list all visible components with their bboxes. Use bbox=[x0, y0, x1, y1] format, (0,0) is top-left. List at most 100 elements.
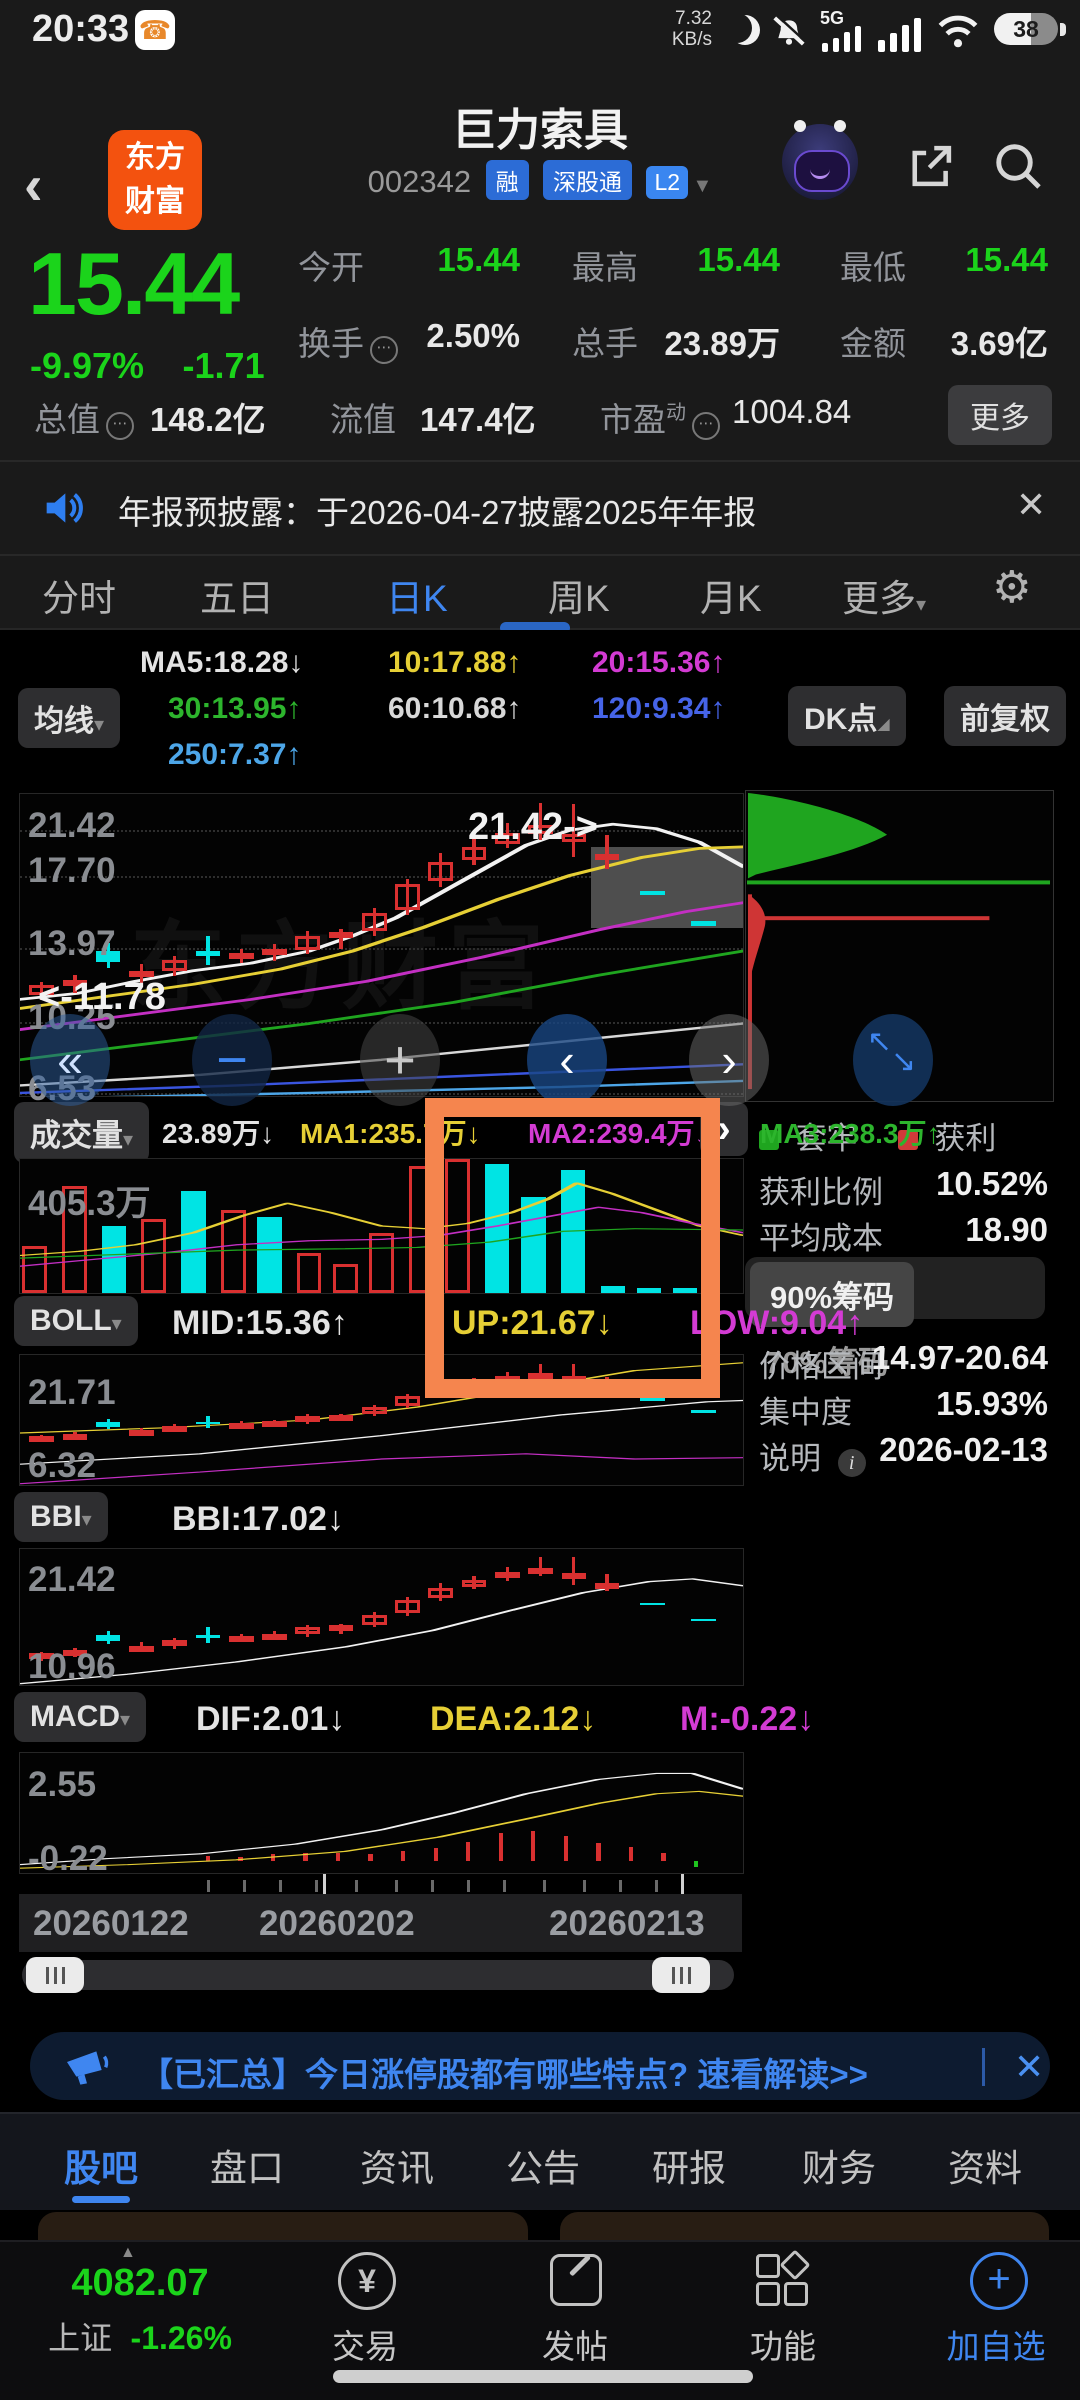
volume-scale-label: 405.3万 bbox=[28, 1184, 151, 1224]
ma-header: MA5:18.28↓ 10:17.88↑ 20:15.36↑ 均线▾ 30:13… bbox=[0, 630, 1080, 792]
more-button[interactable]: 更多 bbox=[948, 385, 1052, 445]
macd-indicator-button[interactable]: MACD▾ bbox=[14, 1692, 147, 1742]
dnd-moon-icon bbox=[722, 13, 752, 43]
date-label-2: 20260202 bbox=[259, 1904, 415, 1943]
stock-code: 002342 bbox=[367, 164, 472, 199]
bbi-y-top: 21.42 bbox=[28, 1559, 116, 1599]
bbi-y-bottom: 10.96 bbox=[28, 1646, 116, 1686]
pe-label: 市盈动 ⋯ bbox=[600, 393, 720, 441]
eastmoney-logo[interactable]: 东方 财富 bbox=[108, 130, 202, 230]
ma60-value: 60:10.68↑ bbox=[388, 692, 522, 725]
index-quote-block[interactable]: 4082.07 上证 -1.26% bbox=[40, 2262, 240, 2359]
search-icon[interactable] bbox=[990, 138, 1046, 194]
tab-guba[interactable]: 股吧 bbox=[64, 2138, 138, 2192]
range-scrollbar-left-handle[interactable] bbox=[26, 1957, 84, 1993]
nav-functions[interactable]: 功能 bbox=[728, 2249, 838, 2368]
announcement-text[interactable]: 年报预披露：于2026-04-27披露2025年年报 bbox=[118, 486, 756, 534]
amount-value: 3.69亿 bbox=[950, 325, 1048, 362]
macd-y-top: 2.55 bbox=[28, 1765, 97, 1804]
volume-indicator-button[interactable]: 成交量▾ bbox=[14, 1102, 150, 1163]
date-axis: 20260122 20260202 20260213 bbox=[19, 1894, 742, 1952]
tab-caiwu[interactable]: 财务 bbox=[802, 2138, 876, 2192]
ma-selector-button[interactable]: 均线▾ bbox=[18, 688, 121, 748]
l2-badge[interactable]: L2 bbox=[646, 166, 689, 199]
clock: 20:33 bbox=[32, 8, 130, 50]
call-app-icon: ☎ bbox=[135, 10, 175, 50]
post-pencil-icon bbox=[550, 2254, 602, 2306]
macd-header: MACD▾ DIF:2.01↓ DEA:2.12↓ M:-0.22↓ bbox=[0, 1688, 1080, 1750]
tab-zixun[interactable]: 资讯 bbox=[360, 2138, 434, 2192]
tab-more[interactable]: 更多▾ bbox=[842, 568, 926, 622]
index-expand-triangle[interactable]: ▲ bbox=[120, 2244, 136, 2262]
connect-badge[interactable]: 深股通 bbox=[543, 160, 633, 200]
pan-right-button[interactable]: › bbox=[689, 1014, 769, 1106]
tab-weekly-k[interactable]: 周K bbox=[548, 568, 610, 622]
concentration-value: 15.93% bbox=[936, 1385, 1048, 1422]
boll-indicator-button[interactable]: BOLL▾ bbox=[14, 1296, 138, 1346]
pan-left-button[interactable]: ‹ bbox=[527, 1014, 607, 1106]
macd-m: M:-0.22↓ bbox=[680, 1700, 815, 1738]
zoom-in-button[interactable]: + bbox=[360, 1014, 440, 1106]
chart-settings-gear-icon[interactable]: ⚙ bbox=[992, 562, 1031, 613]
speaker-icon bbox=[46, 493, 83, 523]
tab-ziliao[interactable]: 资料 bbox=[948, 2138, 1022, 2192]
macd-chart[interactable]: 2.55 -0.22 bbox=[19, 1752, 744, 1878]
pe-info-icon[interactable]: ⋯ bbox=[692, 412, 720, 440]
expand-chart-button[interactable]: ↖ ↘ bbox=[853, 1014, 933, 1106]
mktcap-info-icon[interactable]: ⋯ bbox=[106, 412, 134, 440]
news-ticker-bar[interactable]: 【已汇总】今日涨停股都有哪些特点? 速看解读>> ✕ bbox=[30, 2032, 1050, 2100]
bbi-indicator-button[interactable]: BBI▾ bbox=[14, 1492, 108, 1542]
back-button[interactable]: ‹ bbox=[24, 152, 43, 217]
fuquan-button[interactable]: 前复权 bbox=[944, 686, 1066, 746]
range-scrollbar-right-handle[interactable] bbox=[652, 1957, 710, 1993]
low-value: 15.44 bbox=[965, 241, 1048, 278]
tab-monthly-k[interactable]: 月K bbox=[700, 568, 762, 622]
ai-assistant-avatar[interactable] bbox=[782, 120, 858, 200]
range-scrollbar-track[interactable] bbox=[22, 1960, 734, 1990]
volume-ma3: MA3:238.3万↑ bbox=[760, 1118, 941, 1149]
bbi-chart[interactable]: 21.42 10.96 bbox=[19, 1548, 744, 1686]
tab-pankou[interactable]: 盘口 bbox=[210, 2138, 284, 2192]
trade-yen-icon: ¥ bbox=[338, 2252, 396, 2310]
zoom-out-button[interactable]: − bbox=[192, 1014, 272, 1106]
nav-add-watchlist[interactable]: + 加自选 bbox=[936, 2252, 1056, 2368]
floatcap-value: 147.4亿 bbox=[420, 401, 536, 438]
expand-arrow-icon: ↘ bbox=[891, 1045, 917, 1078]
price-change: -9.97% -1.71 bbox=[30, 345, 265, 387]
network-speed-unit: KB/s bbox=[671, 29, 712, 50]
change-value: -1.71 bbox=[182, 345, 265, 386]
news-close-icon[interactable]: ✕ bbox=[1014, 2046, 1044, 2088]
fast-backward-button[interactable]: « bbox=[30, 1014, 110, 1106]
nav-post[interactable]: 发帖 bbox=[520, 2252, 630, 2368]
tab-yanbao[interactable]: 研报 bbox=[652, 2138, 726, 2192]
nav-trade[interactable]: ¥ 交易 bbox=[310, 2252, 420, 2368]
tab-daily-k[interactable]: 日K bbox=[386, 568, 448, 622]
dk-point-button[interactable]: DK点◢ bbox=[788, 686, 906, 746]
tab-gonggao[interactable]: 公告 bbox=[506, 2138, 580, 2192]
announcement-close-icon[interactable]: ✕ bbox=[1016, 484, 1046, 526]
home-indicator[interactable] bbox=[333, 2370, 753, 2383]
news-divider bbox=[982, 2048, 985, 2086]
share-icon[interactable] bbox=[905, 140, 957, 192]
chart-tabs: 分时 五日 日K 周K 月K 更多▾ ⚙ bbox=[0, 552, 1080, 634]
main-y-label-3: 13.97 bbox=[28, 923, 116, 963]
nav-trade-label: 交易 bbox=[332, 2328, 398, 2365]
subtitle-dropdown-icon[interactable]: ▼ bbox=[693, 175, 713, 197]
margin-badge[interactable]: 融 bbox=[485, 160, 529, 200]
boll-y-top: 21.71 bbox=[28, 1373, 116, 1413]
app-screen: 20:33 ☎ 7.32 KB/s 5G 38 ‹ 东方 财富 巨力索具 002… bbox=[0, 0, 1080, 2400]
high-annotation: 21.42-> bbox=[468, 806, 598, 848]
tab-5day[interactable]: 五日 bbox=[200, 568, 274, 622]
macd-lines bbox=[20, 1772, 743, 1869]
ma120-value: 120:9.34↑ bbox=[592, 692, 726, 725]
news-text[interactable]: 【已汇总】今日涨停股都有哪些特点? 速看解读>> bbox=[140, 2048, 868, 2096]
macd-dea: DEA:2.12↓ bbox=[430, 1700, 597, 1738]
announcement-bar[interactable]: 年报预披露：于2026-04-27披露2025年年报 ✕ bbox=[0, 460, 1080, 556]
mktcap-value: 148.2亿 bbox=[150, 401, 266, 438]
ma20-value: 20:15.36↑ bbox=[592, 646, 726, 679]
ma5-value: MA5:18.28↓ bbox=[140, 646, 304, 679]
stock-title: 巨力索具 bbox=[452, 106, 628, 155]
bbi-header: BBI▾ BBI:17.02↓ bbox=[0, 1490, 1080, 1548]
amount-label: 金额 bbox=[840, 325, 906, 362]
tab-minute[interactable]: 分时 bbox=[42, 568, 116, 622]
